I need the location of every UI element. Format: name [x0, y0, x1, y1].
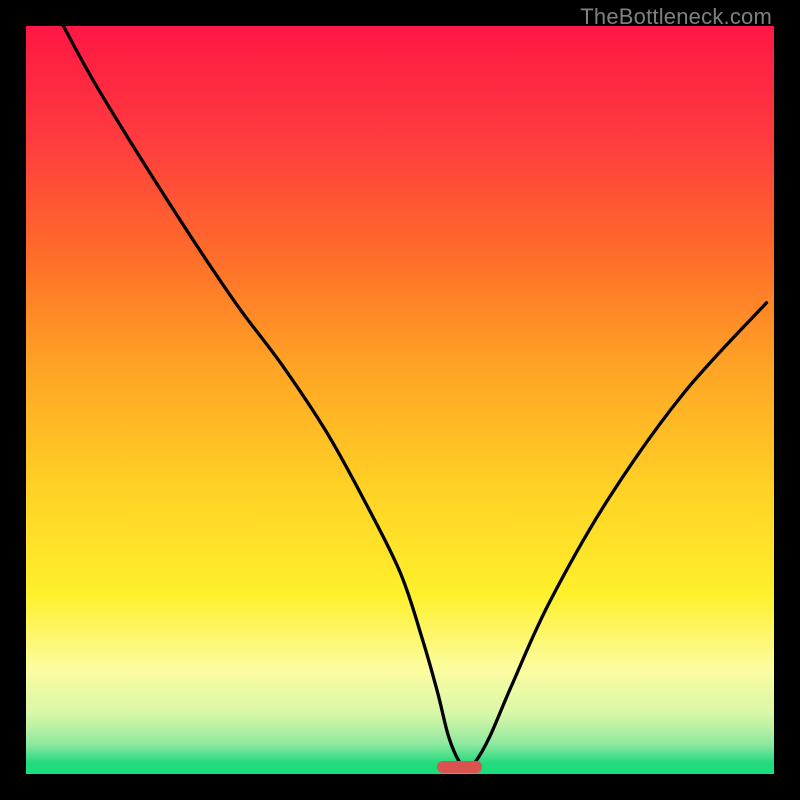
- watermark-text: TheBottleneck.com: [580, 4, 772, 30]
- chart-frame: TheBottleneck.com: [0, 0, 800, 800]
- plot-area: [26, 26, 774, 774]
- optimal-marker: [437, 761, 482, 773]
- background-gradient: [26, 26, 774, 774]
